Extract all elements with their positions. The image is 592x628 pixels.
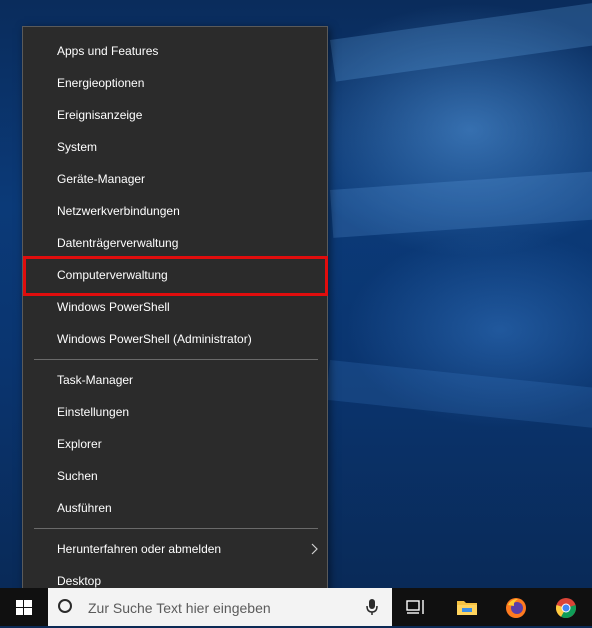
menu-item-ausfuehren[interactable]: Ausführen: [23, 493, 327, 523]
search-icon: [58, 599, 72, 613]
menu-item-system[interactable]: System: [23, 132, 327, 162]
file-explorer-icon: [457, 601, 477, 615]
menu-item-task-manager[interactable]: Task-Manager: [23, 365, 327, 395]
start-icon: [16, 600, 32, 615]
search-placeholder: Zur Suche Text hier eingeben: [88, 600, 271, 616]
menu-item-datentraegerverwaltung[interactable]: Datenträgerverwaltung: [23, 228, 327, 258]
taskbar: Zur Suche Text hier eingeben: [0, 588, 592, 626]
firefox-button[interactable]: [491, 588, 539, 626]
menu-item-einstellungen[interactable]: Einstellungen: [23, 397, 327, 427]
menu-item-herunterfahren[interactable]: Herunterfahren oder abmelden: [23, 534, 327, 564]
wallpaper-light-beam: [330, 167, 592, 238]
chrome-button[interactable]: [541, 588, 589, 626]
menu-item-energieoptionen[interactable]: Energieoptionen: [23, 68, 327, 98]
microphone-icon[interactable]: [364, 598, 380, 616]
menu-item-netzwerkverbindungen[interactable]: Netzwerkverbindungen: [23, 196, 327, 226]
menu-item-label: Herunterfahren oder abmelden: [57, 542, 222, 556]
start-button[interactable]: [0, 588, 48, 626]
highlight-frame: [23, 256, 328, 296]
task-view-icon: [406, 600, 424, 614]
menu-item-suchen[interactable]: Suchen: [23, 461, 327, 491]
menu-separator: [34, 359, 318, 360]
task-view-button[interactable]: [392, 588, 440, 626]
menu-separator: [34, 528, 318, 529]
menu-item-geraete-manager[interactable]: Geräte-Manager: [23, 164, 327, 194]
file-explorer-button[interactable]: [442, 588, 490, 626]
menu-item-apps-und-features[interactable]: Apps und Features: [23, 36, 327, 66]
wallpaper-light-beam: [330, 0, 592, 82]
wallpaper-light-beam: [325, 360, 592, 434]
menu-item-windows-powershell-admin[interactable]: Windows PowerShell (Administrator): [23, 324, 327, 354]
search-input[interactable]: Zur Suche Text hier eingeben: [48, 588, 392, 626]
chrome-icon: [556, 598, 576, 619]
chevron-right-icon: [311, 543, 318, 555]
menu-item-ereignisanzeige[interactable]: Ereignisanzeige: [23, 100, 327, 130]
firefox-icon: [506, 598, 526, 618]
winx-context-menu: Apps und Features Energieoptionen Ereign…: [22, 26, 328, 604]
menu-item-explorer[interactable]: Explorer: [23, 429, 327, 459]
menu-item-windows-powershell[interactable]: Windows PowerShell: [23, 292, 327, 322]
